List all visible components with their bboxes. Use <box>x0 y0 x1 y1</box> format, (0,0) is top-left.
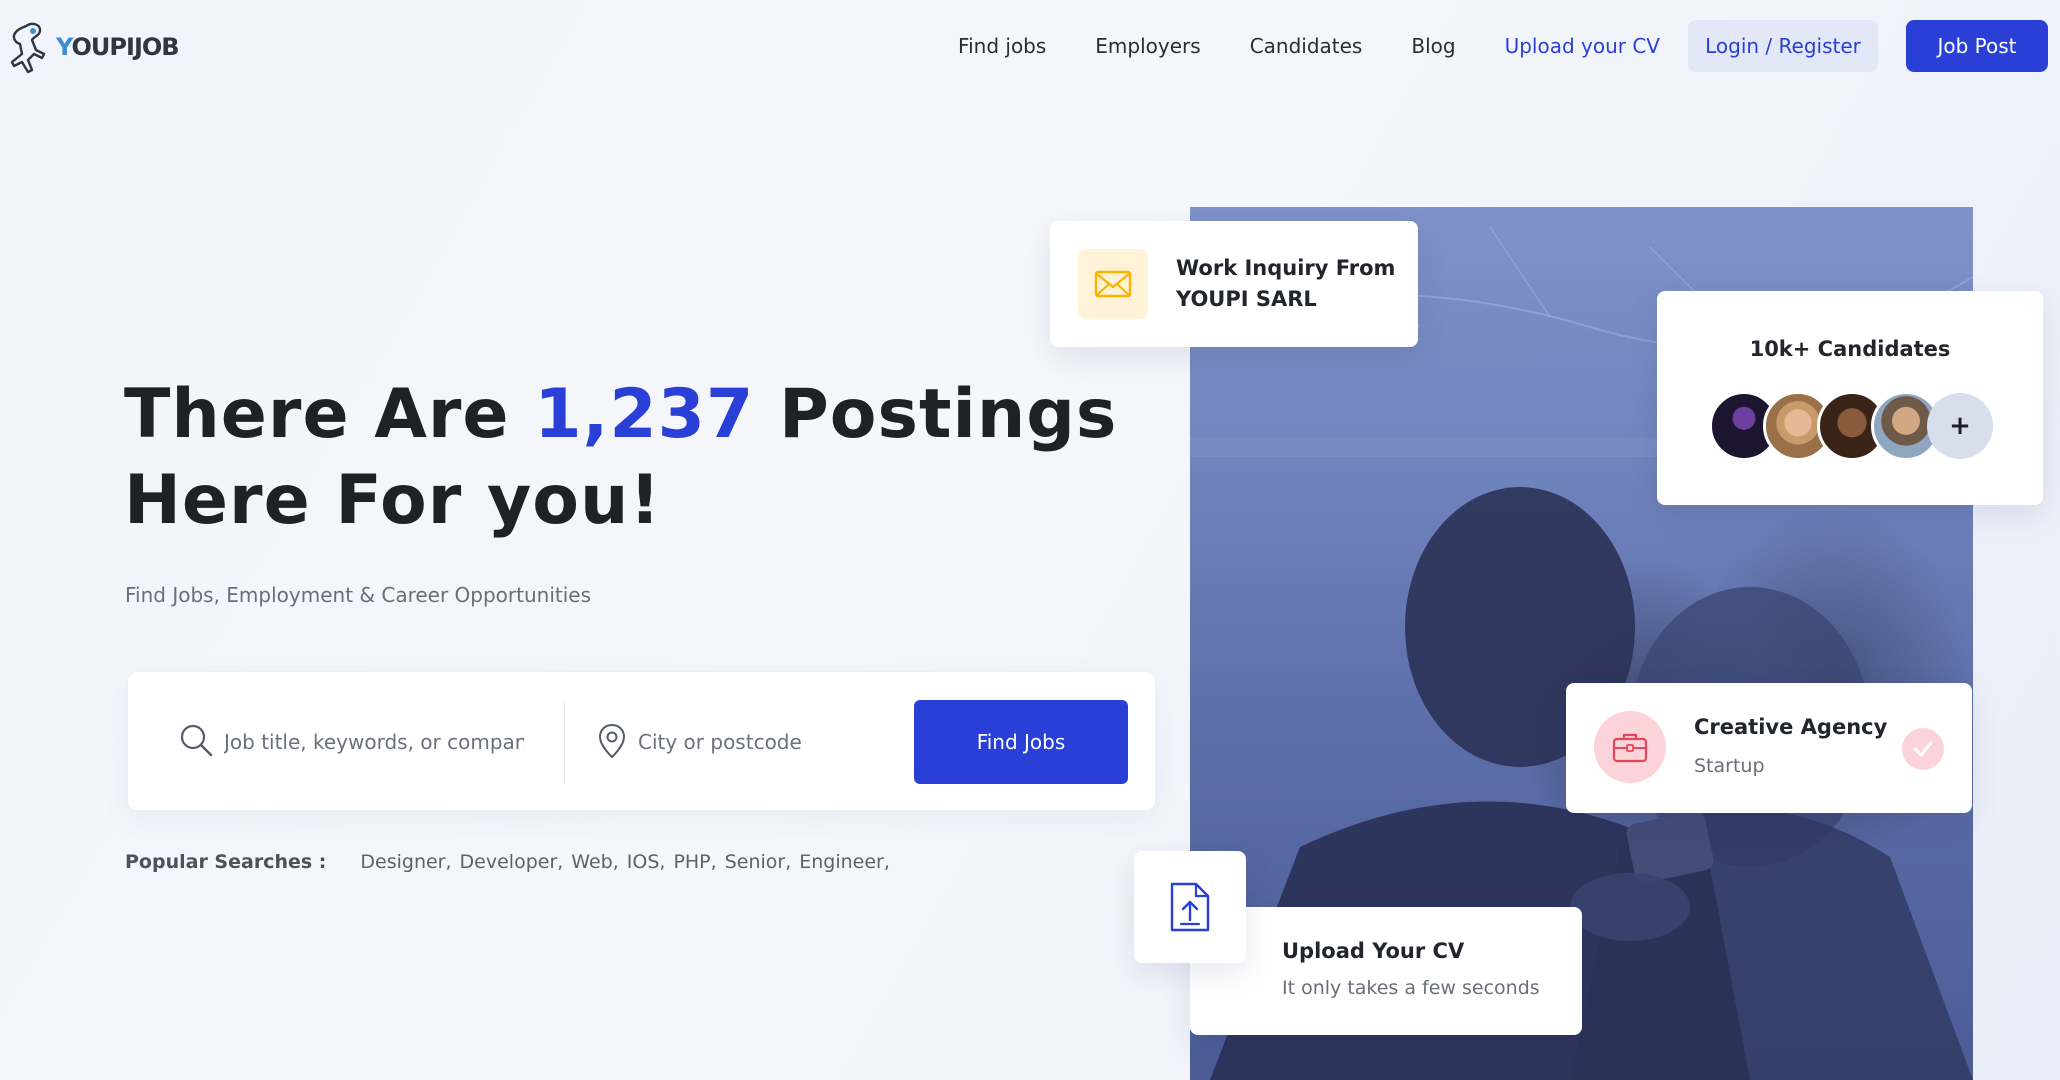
work-inquiry-card[interactable]: Work Inquiry From YOUPI SARL <box>1050 221 1418 347</box>
hero-subtitle: Find Jobs, Employment & Career Opportuni… <box>125 583 592 607</box>
more-candidates-button[interactable]: + <box>1927 393 1993 459</box>
logo[interactable]: YOUPIJOB <box>6 20 180 74</box>
candidate-avatars: + <box>1709 391 1993 461</box>
inquiry-line-1: Work Inquiry From <box>1176 256 1396 280</box>
hero-title: There Are 1,237 Postings Here For you! <box>124 372 1164 544</box>
nav-blog[interactable]: Blog <box>1411 34 1455 58</box>
upload-cv-icon-card[interactable] <box>1134 851 1246 963</box>
nav-candidates[interactable]: Candidates <box>1250 34 1363 58</box>
popular-tag-designer[interactable]: Designer, <box>360 851 451 873</box>
location-pin-icon <box>598 723 626 759</box>
agency-subtitle: Startup <box>1694 755 1765 777</box>
candidates-count: 10k+ Candidates <box>1749 337 1951 361</box>
popular-tag-senior[interactable]: Senior, <box>725 851 792 873</box>
popular-tag-ios[interactable]: IOS, <box>627 851 666 873</box>
creative-agency-card[interactable]: Creative Agency Startup <box>1566 683 1972 813</box>
inquiry-icon-wrap <box>1078 249 1148 319</box>
file-upload-icon <box>1170 882 1210 932</box>
briefcase-icon <box>1612 733 1648 763</box>
nav-upload-cv[interactable]: Upload your CV <box>1505 34 1660 58</box>
popular-tag-developer[interactable]: Developer, <box>460 851 564 873</box>
postings-count: 1,237 <box>534 375 755 454</box>
popular-searches: Popular Searches : Designer, Developer, … <box>125 851 898 873</box>
check-icon <box>1902 728 1944 770</box>
agency-icon-wrap <box>1594 711 1666 783</box>
search-divider <box>564 700 565 784</box>
popular-tag-php[interactable]: PHP, <box>673 851 716 873</box>
nav-find-jobs[interactable]: Find jobs <box>958 34 1046 58</box>
upload-cv-title: Upload Your CV <box>1282 939 1465 963</box>
agency-title: Creative Agency <box>1694 715 1888 739</box>
hero-title-before: There Are <box>124 375 535 454</box>
logo-mark-icon <box>10 22 46 74</box>
job-post-button[interactable]: Job Post <box>1906 20 2048 72</box>
popular-searches-label: Popular Searches : <box>125 851 327 873</box>
envelope-icon <box>1094 270 1132 298</box>
find-jobs-button[interactable]: Find Jobs <box>914 700 1128 784</box>
main-nav: Find jobs Employers Candidates Blog Uplo… <box>958 20 2048 72</box>
nav-employers[interactable]: Employers <box>1095 34 1200 58</box>
job-search-form: Find Jobs <box>127 671 1156 811</box>
popular-tag-web[interactable]: Web, <box>571 851 618 873</box>
inquiry-line-2: YOUPI SARL <box>1176 287 1317 311</box>
upload-cv-card[interactable]: Upload Your CV It only takes a few secon… <box>1190 907 1582 1035</box>
brand-name: YOUPIJOB <box>56 33 180 61</box>
candidates-card[interactable]: 10k+ Candidates + <box>1657 291 2043 505</box>
upload-cv-subtitle: It only takes a few seconds <box>1282 977 1540 999</box>
login-register-button[interactable]: Login / Register <box>1688 20 1878 72</box>
popular-tag-engineer[interactable]: Engineer, <box>799 851 890 873</box>
location-input[interactable] <box>638 722 898 762</box>
inquiry-text: Work Inquiry From YOUPI SARL <box>1176 253 1395 315</box>
keyword-input[interactable] <box>224 722 524 762</box>
search-icon <box>180 724 213 757</box>
